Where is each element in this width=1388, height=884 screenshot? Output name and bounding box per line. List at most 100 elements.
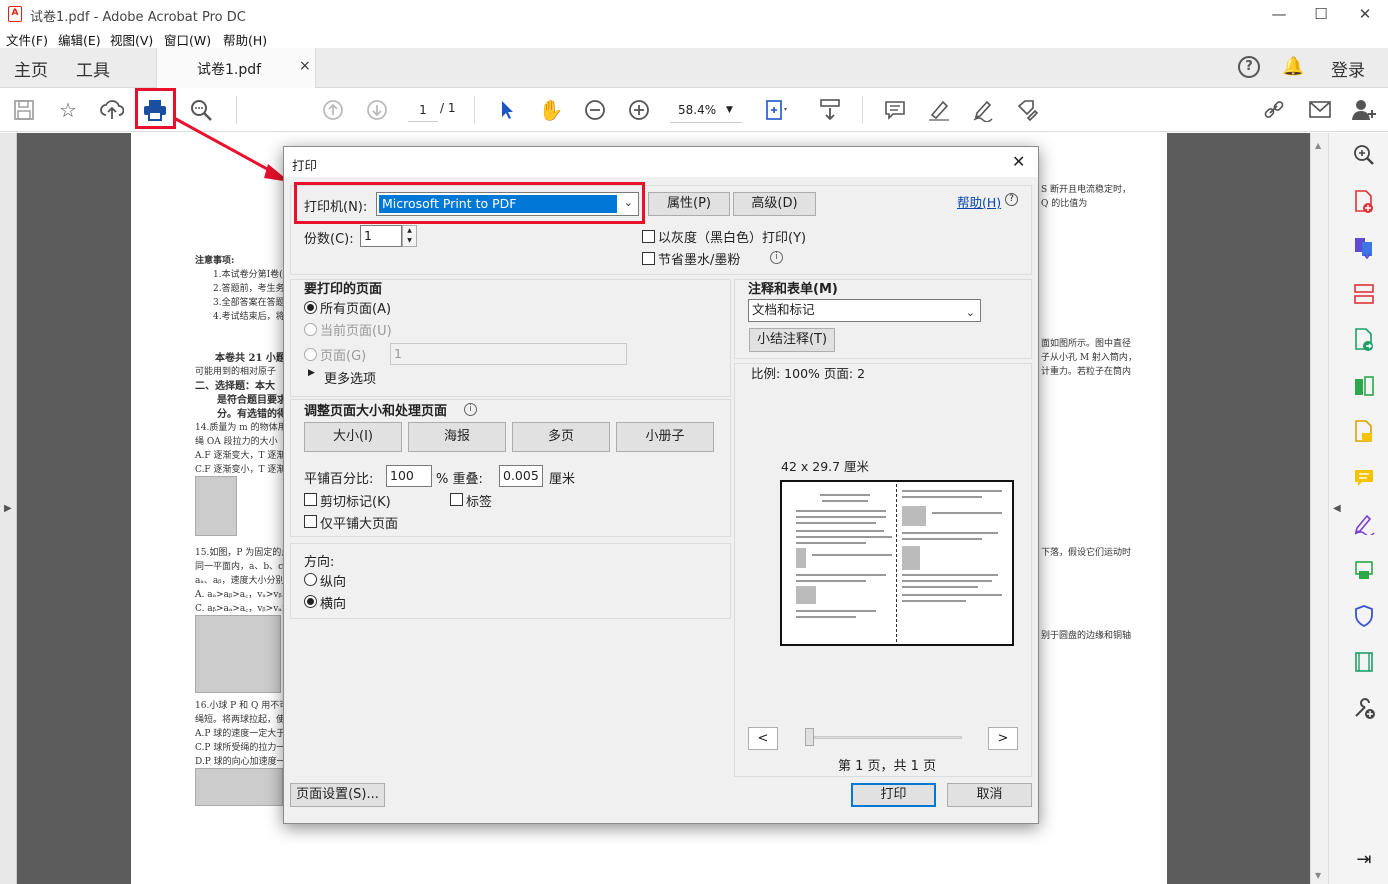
comment-icon[interactable] bbox=[880, 95, 910, 125]
page-up-icon[interactable] bbox=[318, 95, 348, 125]
left-panel-toggle[interactable]: ▶ bbox=[0, 133, 17, 884]
save-icon[interactable] bbox=[9, 95, 39, 125]
create-pdf-icon[interactable] bbox=[1349, 187, 1379, 217]
fill-sign-icon[interactable] bbox=[1349, 509, 1379, 539]
zoom-level-select[interactable]: 58.4% ▼ bbox=[670, 99, 742, 123]
menu-view[interactable]: 视图(V) bbox=[110, 30, 153, 49]
copies-input[interactable]: 1 bbox=[360, 225, 402, 247]
edit-pdf-icon[interactable] bbox=[1349, 371, 1379, 401]
fit-page-icon[interactable] bbox=[762, 95, 792, 125]
overlap-input[interactable]: 0.005 bbox=[499, 465, 543, 487]
protect-icon[interactable] bbox=[1349, 601, 1379, 631]
add-user-icon[interactable] bbox=[1349, 95, 1379, 125]
scroll-mode-icon[interactable] bbox=[815, 95, 845, 125]
maximize-button[interactable]: ☐ bbox=[1298, 0, 1344, 28]
stepper-down-icon[interactable]: ▼ bbox=[403, 236, 416, 246]
hand-icon[interactable]: ✋ bbox=[536, 95, 566, 125]
more-tools-icon[interactable] bbox=[1349, 693, 1379, 723]
page-number-input[interactable]: 1 bbox=[408, 100, 438, 122]
combine-files-icon[interactable] bbox=[1349, 233, 1379, 263]
copies-stepper[interactable]: ▲ ▼ bbox=[402, 225, 417, 247]
save-ink-checkbox[interactable] bbox=[642, 252, 655, 265]
info-icon[interactable]: i bbox=[464, 403, 477, 416]
help-icon[interactable]: ? bbox=[1238, 56, 1260, 78]
cut-marks-checkbox[interactable] bbox=[304, 493, 317, 506]
scroll-down-icon[interactable]: ▼ bbox=[1315, 871, 1321, 880]
labels-checkbox[interactable] bbox=[450, 493, 463, 506]
landscape-radio[interactable] bbox=[304, 595, 317, 608]
doc-text: 15.如图，P 为固定的点 bbox=[195, 548, 291, 558]
page-down-icon[interactable] bbox=[362, 95, 392, 125]
organize-pages-icon[interactable] bbox=[1349, 279, 1379, 309]
help-info-icon[interactable]: ? bbox=[1005, 193, 1018, 206]
scroll-up-icon[interactable]: ▲ bbox=[1315, 141, 1321, 150]
menu-file[interactable]: 文件(F) bbox=[6, 30, 48, 49]
sign-icon[interactable] bbox=[968, 95, 998, 125]
edit-icon[interactable] bbox=[1012, 95, 1042, 125]
doc-text: 面如图所示。图中直径 bbox=[1041, 339, 1132, 349]
doc-text: Q 的比值为 bbox=[1041, 199, 1088, 209]
export-pdf-icon[interactable] bbox=[1349, 325, 1379, 355]
tile-scale-input[interactable]: 100 bbox=[386, 465, 432, 487]
zoom-in-icon[interactable] bbox=[624, 95, 654, 125]
bell-icon[interactable]: 🔔 bbox=[1282, 56, 1304, 77]
tile-large-checkbox[interactable] bbox=[304, 515, 317, 528]
dialog-close-button[interactable]: ✕ bbox=[1012, 152, 1025, 171]
collapse-panel-icon[interactable]: ◀ bbox=[1333, 503, 1341, 514]
menu-edit[interactable]: 编辑(E) bbox=[58, 30, 101, 49]
preview-slider[interactable] bbox=[808, 736, 962, 739]
sizing-title: 调整页面大小和处理页面 bbox=[304, 404, 448, 419]
next-page-button[interactable]: > bbox=[988, 727, 1018, 750]
title-bar: A 试卷1.pdf - Adobe Acrobat Pro DC — ☐ ✕ bbox=[0, 0, 1388, 28]
doc-text: 4.考试结束后，将 bbox=[213, 312, 285, 322]
preview-slider-thumb[interactable] bbox=[805, 728, 814, 746]
scan-ocr-icon[interactable] bbox=[1349, 555, 1379, 585]
advanced-button[interactable]: 高级(D) bbox=[733, 192, 816, 216]
highlight-icon[interactable] bbox=[924, 95, 954, 125]
tab-document[interactable]: 试卷1.pdf × bbox=[156, 48, 316, 88]
portrait-radio[interactable] bbox=[304, 573, 317, 586]
upload-icon[interactable] bbox=[97, 95, 127, 125]
expand-arrow-icon[interactable]: ▶ bbox=[308, 368, 315, 378]
stepper-up-icon[interactable]: ▲ bbox=[403, 226, 416, 236]
request-signatures-icon[interactable] bbox=[1349, 417, 1379, 447]
vertical-scrollbar[interactable]: ▲ ▼ bbox=[1310, 133, 1328, 884]
menu-window[interactable]: 窗口(W) bbox=[164, 30, 211, 49]
star-icon[interactable]: ☆ bbox=[53, 95, 83, 125]
email-icon[interactable] bbox=[1305, 95, 1335, 125]
properties-button[interactable]: 属性(P) bbox=[648, 192, 730, 216]
share-link-icon[interactable] bbox=[1260, 95, 1290, 125]
size-button[interactable]: 大小(I) bbox=[304, 422, 402, 452]
menu-help[interactable]: 帮助(H) bbox=[223, 30, 267, 49]
more-options-label[interactable]: 更多选项 bbox=[324, 368, 376, 387]
help-link[interactable]: 帮助(H) bbox=[957, 192, 1001, 211]
all-pages-radio[interactable] bbox=[304, 301, 317, 314]
doc-text: 下落，假设它们运动时 bbox=[1041, 548, 1132, 558]
zoom-tool-icon[interactable] bbox=[1349, 140, 1379, 170]
close-tab-icon[interactable]: × bbox=[299, 58, 311, 74]
grayscale-checkbox[interactable] bbox=[642, 230, 655, 243]
poster-button[interactable]: 海报 bbox=[408, 422, 506, 452]
pages-range-radio[interactable] bbox=[304, 348, 317, 361]
multiple-button[interactable]: 多页 bbox=[512, 422, 610, 452]
tab-tools[interactable]: 工具 bbox=[76, 56, 110, 81]
booklet-button[interactable]: 小册子 bbox=[616, 422, 714, 452]
tab-home[interactable]: 主页 bbox=[14, 56, 48, 81]
info-icon[interactable]: i bbox=[770, 251, 783, 264]
login-button[interactable]: 登录 bbox=[1331, 56, 1365, 81]
cancel-button[interactable]: 取消 bbox=[947, 783, 1032, 807]
prev-page-button[interactable]: < bbox=[748, 727, 778, 750]
comments-select[interactable]: 文档和标记 ⌄ bbox=[748, 299, 981, 322]
page-setup-button[interactable]: 页面设置(S)... bbox=[290, 783, 385, 807]
print-button[interactable]: 打印 bbox=[851, 783, 936, 807]
zoom-out-icon[interactable] bbox=[580, 95, 610, 125]
current-page-radio[interactable] bbox=[304, 323, 317, 336]
comment-tool-icon[interactable] bbox=[1349, 463, 1379, 493]
summarize-button[interactable]: 小结注释(T) bbox=[749, 328, 835, 352]
collapse-right-panel-icon[interactable]: ⇥ bbox=[1349, 845, 1379, 875]
close-window-button[interactable]: ✕ bbox=[1342, 0, 1388, 28]
rich-media-icon[interactable] bbox=[1349, 647, 1379, 677]
pointer-icon[interactable] bbox=[492, 95, 522, 125]
pages-range-input[interactable]: 1 bbox=[390, 343, 627, 365]
minimize-button[interactable]: — bbox=[1256, 0, 1302, 28]
